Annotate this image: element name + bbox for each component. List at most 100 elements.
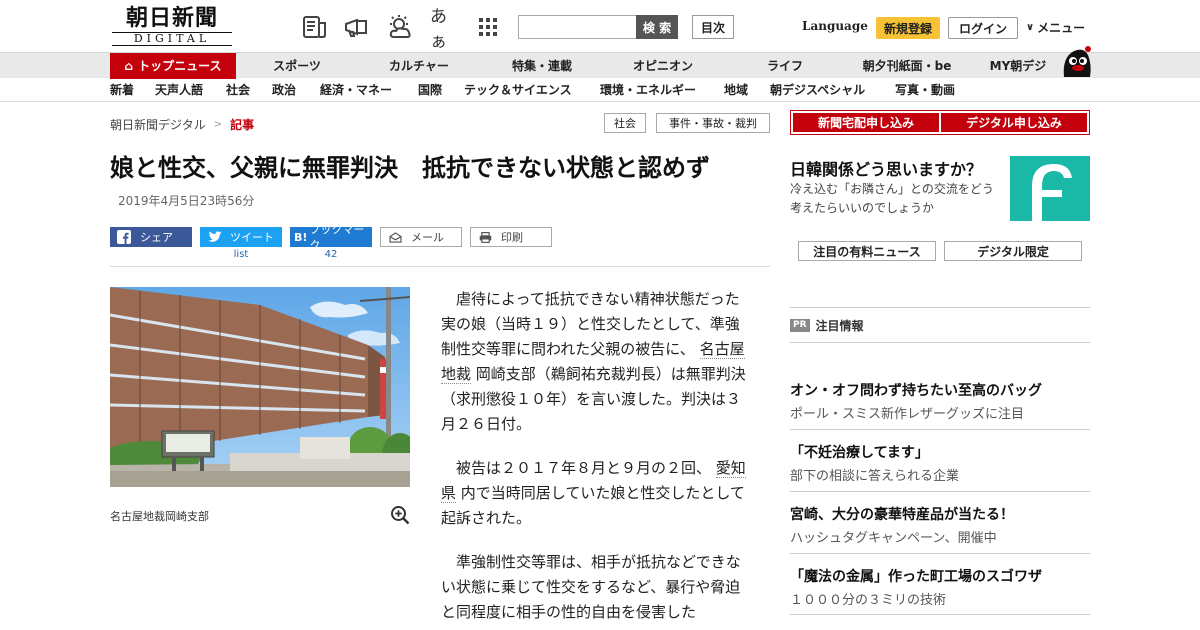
subnav-tech-science[interactable]: テック＆サイエンス (464, 82, 572, 98)
paragraph-text: 内で当時同居していた娘と性交したとして起訴された。 (441, 484, 745, 527)
survey-thumbnail[interactable] (1010, 156, 1090, 221)
twitter-icon (206, 230, 222, 244)
sidebar-divider (790, 307, 1090, 308)
sidebar-divider (790, 342, 1090, 343)
paragraph-text: 岡崎支部（鵜飼祐充裁判長）は無罪判決（求刑懲役１０年）を言い渡した。判決は３月２… (441, 365, 746, 433)
breadcrumb-separator: > (213, 119, 223, 130)
zoom-in-icon[interactable] (390, 505, 410, 525)
sidebar-divider (790, 553, 1090, 554)
toc-button[interactable]: 目次 (692, 15, 734, 39)
paragraph-text: 被告は２０１７年８月と９月の２回、 (456, 459, 712, 477)
nav-my-asadigi[interactable]: MY朝デジ (980, 53, 1056, 79)
weather-icon[interactable] (386, 13, 414, 41)
subnav-photo-video[interactable]: 写真・動画 (895, 82, 955, 98)
logo-sub-text: DIGITAL (112, 32, 232, 46)
breadcrumb-current: 記事 (230, 118, 255, 132)
menu-button[interactable]: ∨ メニュー (1026, 19, 1085, 36)
nav-sports[interactable]: スポーツ (252, 53, 342, 79)
subscribe-digital-button[interactable]: デジタル申し込み (941, 113, 1087, 132)
subscribe-box: 新聞宅配申し込み デジタル申し込み (790, 110, 1090, 135)
main-nav: ⌂ トップニュース スポーツ カルチャー 特集・連載 オピニオン ライフ 朝夕刊… (0, 52, 1200, 79)
pr-section-header: PR 注目情報 (790, 317, 864, 334)
pr-item-subtitle[interactable]: 部下の相談に答えられる企業 (790, 465, 959, 484)
newspaper-icon[interactable] (300, 13, 328, 41)
subnav-special[interactable]: 朝デジスペシャル (770, 82, 865, 98)
subnav-environment[interactable]: 環境・エネルギー (600, 82, 696, 98)
subnav-region[interactable]: 地域 (724, 82, 748, 98)
mail-share-button[interactable]: メール (380, 227, 462, 247)
tag-society[interactable]: 社会 (604, 113, 646, 133)
pr-item-title[interactable]: 「魔法の金属」作った町工場のスゴワザ (790, 566, 1042, 586)
print-button[interactable]: 印刷 (470, 227, 552, 247)
register-button[interactable]: 新規登録 (876, 17, 940, 39)
subnav-economy[interactable]: 経済・マネー (320, 82, 392, 98)
photo-caption: 名古屋地裁岡崎支部 (110, 510, 209, 523)
article-headline: 娘と性交、父親に無罪判決 抵抗できない状態と認めず (110, 154, 710, 182)
logo-main-text: 朝日新聞 (125, 5, 218, 31)
pr-item-subtitle[interactable]: ポール・スミス新作レザーグッズに注目 (790, 403, 1024, 422)
pr-item-title[interactable]: オン・オフ問わず持ちたい至高のバッグ (790, 380, 1042, 400)
twitter-share-button[interactable]: ツイート (200, 227, 282, 247)
facebook-share-button[interactable]: シェア (110, 227, 192, 247)
nav-label: トップニュース (138, 59, 222, 73)
sidebar-divider (790, 614, 1090, 615)
nav-opinion[interactable]: オピニオン (616, 53, 710, 79)
article-body: 虐待によって抵抗できない精神状態だった実の娘（当時１９）と性交したとして、準強制… (441, 287, 747, 630)
subscribe-home-delivery-button[interactable]: 新聞宅配申し込み (793, 113, 939, 132)
sidebar-divider (790, 491, 1090, 492)
subnav-international[interactable]: 国際 (418, 82, 442, 98)
search-button[interactable]: 検 索 (636, 15, 678, 39)
hatena-bookmark-icon: B! (294, 230, 308, 244)
survey-subtitle[interactable]: 冷え込む「お隣さん」との交流をどう考えたらいいのでしょうか (790, 180, 1005, 218)
survey-title[interactable]: 日韓関係どう思いますか？ (790, 156, 982, 180)
breadcrumb: 朝日新聞デジタル > 記事 (110, 116, 254, 133)
sidebar-divider (790, 429, 1090, 430)
subnav-latest[interactable]: 新着 (110, 82, 134, 98)
article-paragraph: 被告は２０１７年８月と９月の２回、 愛知県 内で当時同居していた娘と性交したとし… (441, 456, 747, 531)
hatena-count[interactable]: 42 (290, 249, 372, 260)
chevron-down-icon: ∨ (1026, 22, 1035, 33)
pr-item-title[interactable]: 「不妊治療してます」 (790, 442, 929, 462)
login-button[interactable]: ログイン (948, 17, 1018, 39)
pr-item-subtitle[interactable]: ハッシュタグキャンペーン、開催中 (790, 527, 997, 546)
facebook-share-label: シェア (140, 231, 173, 244)
font-size-icon[interactable]: あぁ (430, 7, 458, 52)
breadcrumb-home[interactable]: 朝日新聞デジタル (110, 116, 206, 133)
nav-top-news[interactable]: ⌂ トップニュース (110, 53, 236, 79)
twitter-share-label: ツイート (230, 231, 274, 244)
pr-item-title[interactable]: 宮崎、大分の豪華特産品が当たる！ (790, 504, 1014, 524)
tab-paid-news[interactable]: 注目の有料ニュース (798, 241, 936, 261)
nav-features[interactable]: 特集・連載 (494, 53, 590, 79)
article-photo[interactable] (110, 287, 410, 487)
nav-culture[interactable]: カルチャー (372, 53, 466, 79)
menu-label: メニュー (1037, 21, 1086, 35)
site-logo[interactable]: 朝日新聞 DIGITAL (112, 6, 232, 46)
megaphone-icon[interactable] (342, 13, 370, 41)
print-label: 印刷 (501, 231, 523, 244)
mascot-icon[interactable] (1058, 43, 1094, 79)
tab-digital-only[interactable]: デジタル限定 (944, 241, 1082, 261)
pr-section-title: 注目情報 (815, 319, 864, 333)
twitter-count-link[interactable]: list (200, 249, 282, 260)
sub-nav: 新着 天声人語 社会 政治 経済・マネー 国際 テック＆サイエンス 環境・エネル… (0, 79, 1200, 102)
nav-newspaper-be[interactable]: 朝夕刊紙面・be (852, 53, 962, 79)
subnav-tenseijingo[interactable]: 天声人語 (155, 82, 203, 98)
pr-badge: PR (790, 319, 810, 332)
article-paragraph: 虐待によって抵抗できない精神状態だった実の娘（当時１９）と性交したとして、準強制… (441, 287, 747, 437)
subnav-society[interactable]: 社会 (226, 82, 250, 98)
search-input[interactable] (518, 15, 638, 39)
language-link[interactable]: Language (802, 19, 868, 33)
nav-life[interactable]: ライフ (740, 53, 830, 79)
tag-incidents[interactable]: 事件・事故・裁判 (656, 113, 770, 133)
mail-icon (387, 230, 403, 244)
site-header: 朝日新聞 DIGITAL あぁ 検 索 目次 Language 新規登録 ログイ… (0, 0, 1200, 52)
subnav-politics[interactable]: 政治 (272, 82, 296, 98)
divider (110, 266, 770, 267)
home-icon: ⌂ (124, 59, 134, 73)
print-icon (477, 230, 493, 244)
grid-apps-icon[interactable] (474, 13, 502, 41)
pr-item-subtitle[interactable]: １０００分の３ミリの技術 (790, 589, 946, 608)
facebook-icon (116, 230, 132, 244)
article-timestamp: 2019年4月5日23時56分 (118, 194, 255, 208)
hatena-bookmark-button[interactable]: B! ブックマーク (290, 223, 372, 252)
